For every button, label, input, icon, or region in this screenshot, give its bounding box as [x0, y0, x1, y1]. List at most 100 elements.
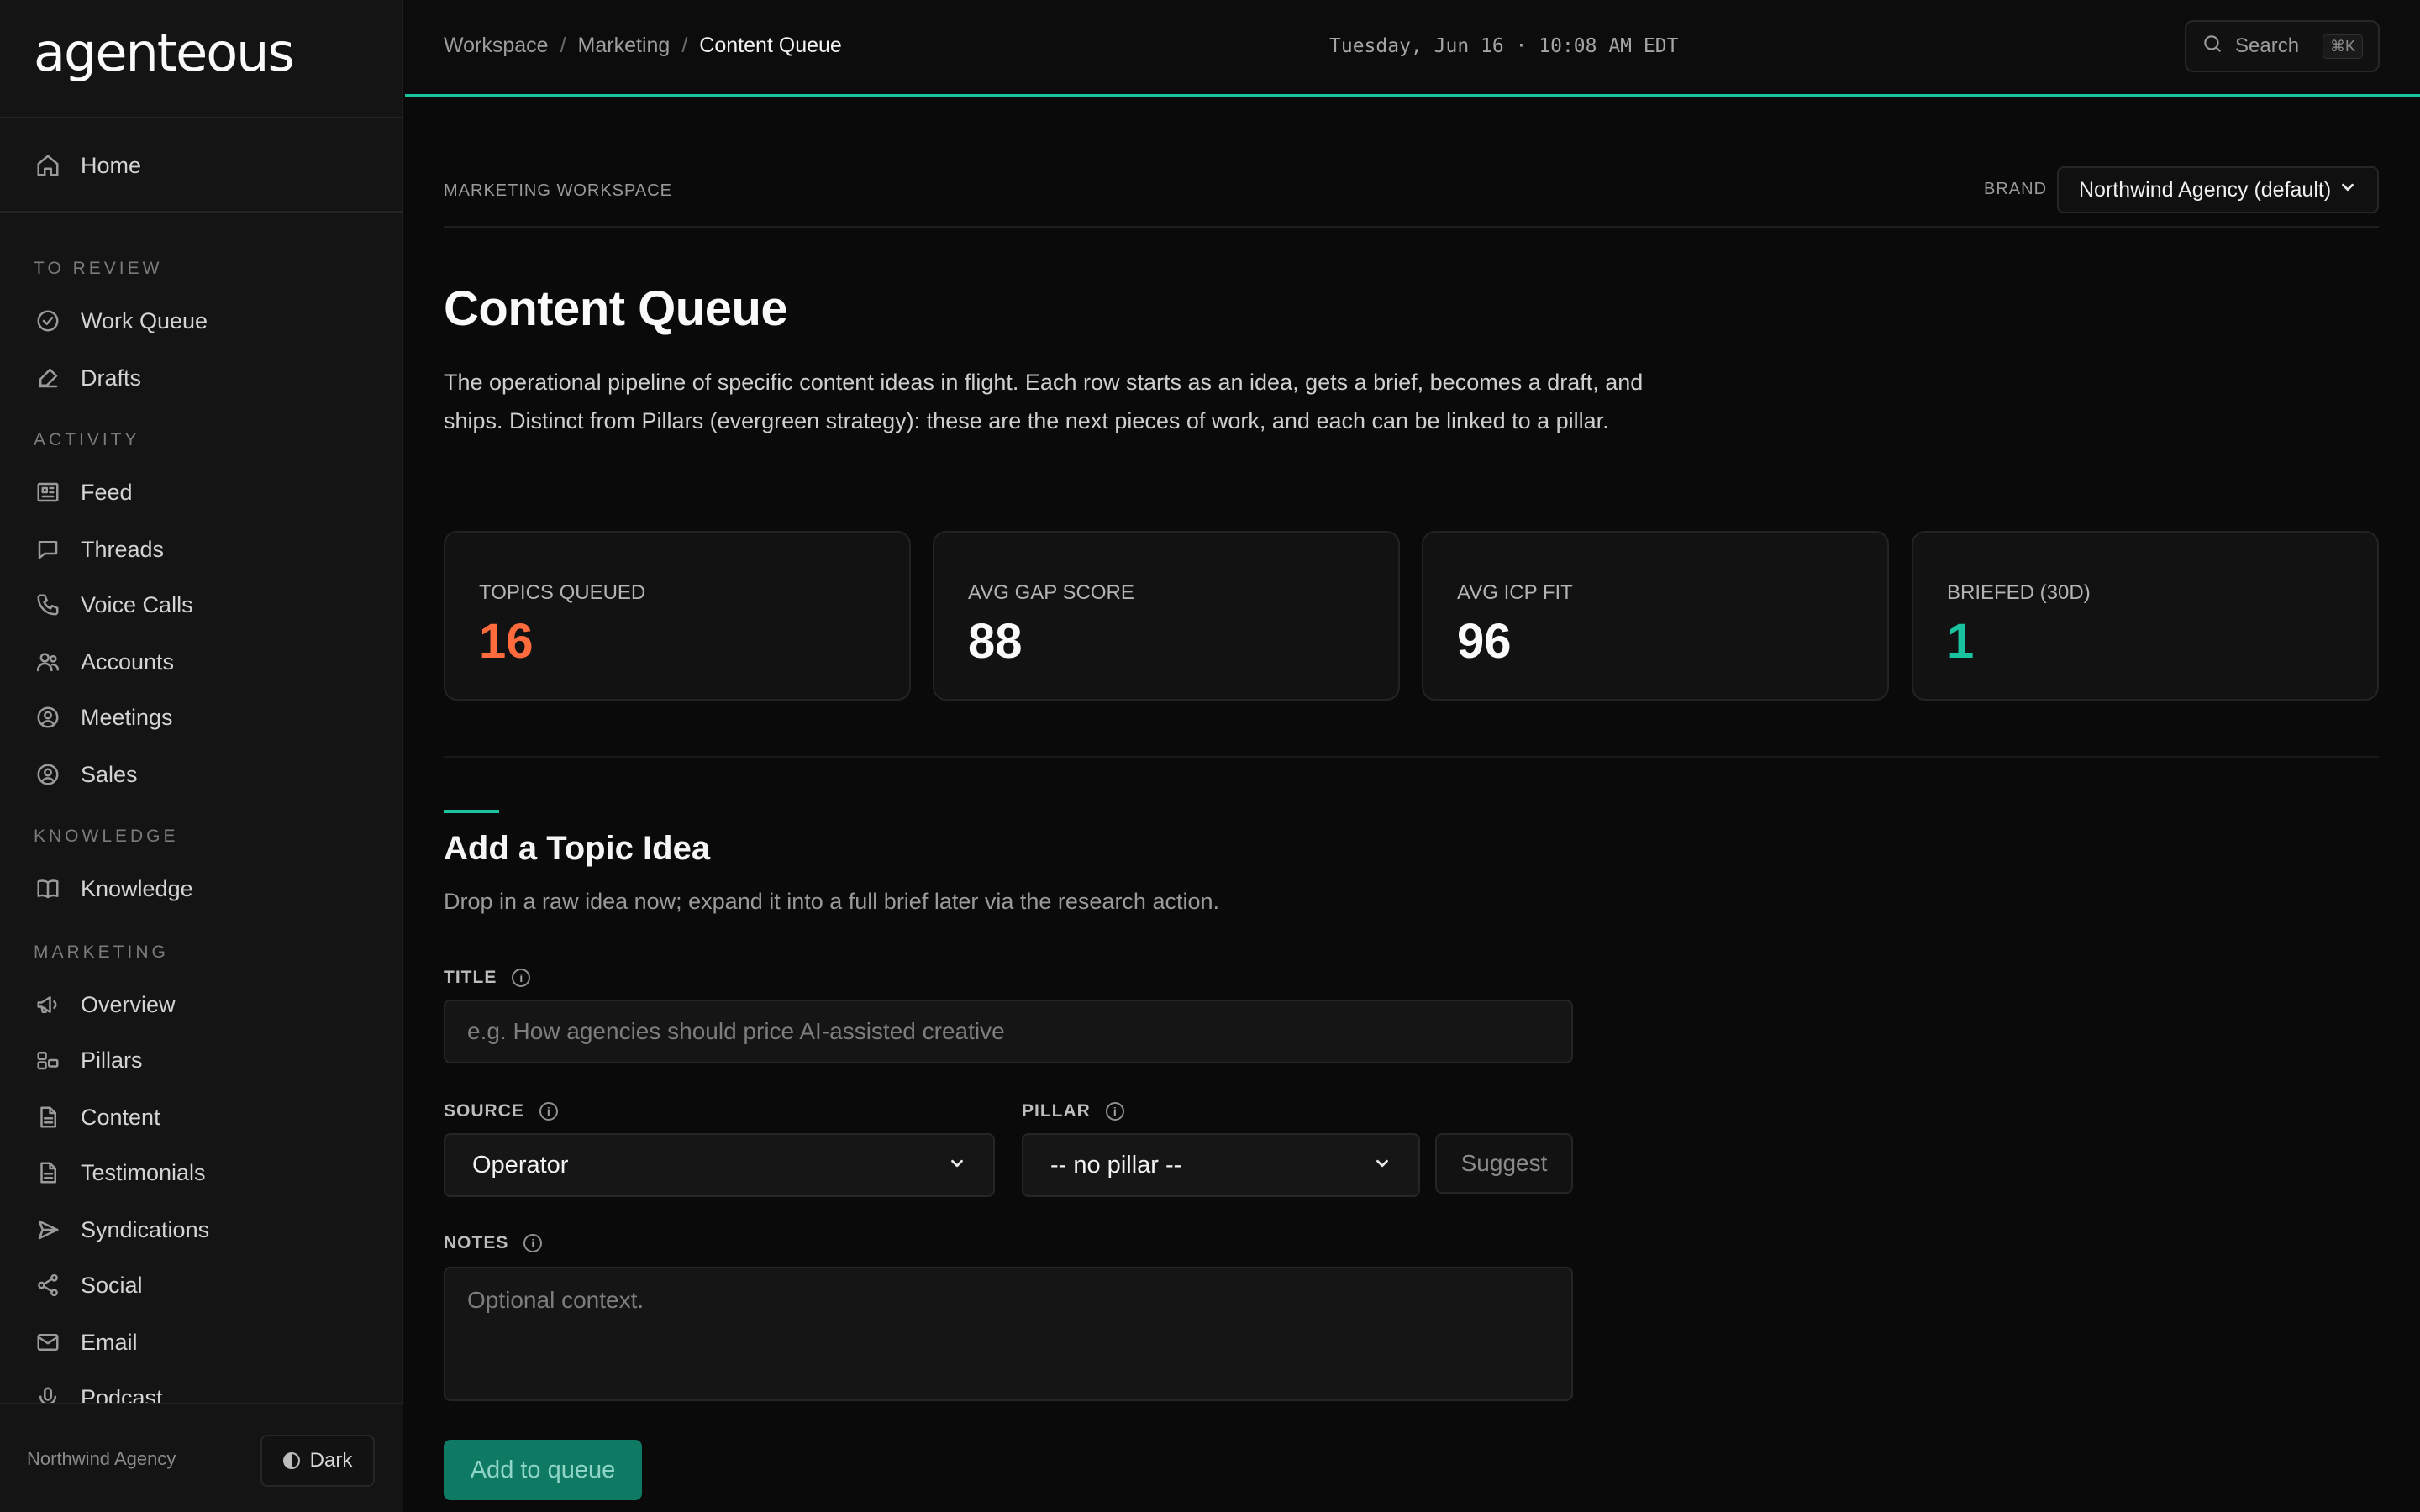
sidebar-item-label: Email: [81, 1329, 138, 1355]
source-field-label: SOURCE i: [444, 1101, 558, 1121]
section-title: Add a Topic Idea: [444, 830, 711, 867]
suggest-button[interactable]: Suggest: [1435, 1133, 1573, 1194]
stat-value: 96: [1457, 614, 1512, 669]
divider: [0, 211, 403, 213]
sidebar-item-work-queue[interactable]: Work Queue: [34, 299, 370, 343]
title-field-label: TITLE i: [444, 968, 531, 988]
label-text: NOTES: [444, 1233, 509, 1252]
sidebar-item-label: Syndications: [81, 1216, 210, 1242]
sidebar-item-label: Content: [81, 1104, 160, 1130]
phone-icon: [34, 591, 62, 619]
notes-textarea[interactable]: [444, 1267, 1573, 1401]
breadcrumb-marketing[interactable]: Marketing: [578, 34, 671, 58]
sidebar-item-syndications[interactable]: Syndications: [34, 1208, 370, 1252]
current-datetime: Tuesday, Jun 16 · 10:08 AM EDT: [1329, 35, 1679, 57]
sidebar-item-testimonials[interactable]: Testimonials: [34, 1151, 370, 1194]
sidebar-item-feed[interactable]: Feed: [34, 470, 370, 514]
stat-label: AVG GAP SCORE: [968, 581, 1134, 604]
search-button[interactable]: Search ⌘K: [2185, 20, 2380, 72]
title-input[interactable]: [444, 1000, 1573, 1063]
user-circle-icon: [34, 703, 62, 732]
top-bar: Workspace / Marketing / Content Queue Tu…: [405, 0, 2420, 97]
contrast-icon: [282, 1452, 300, 1469]
source-select-value: Operator: [472, 1151, 569, 1179]
pillars-icon: [34, 1046, 62, 1074]
sidebar-item-meetings[interactable]: Meetings: [34, 696, 370, 739]
document-icon: [34, 1158, 62, 1187]
sidebar-item-content[interactable]: Content: [34, 1095, 370, 1139]
label-text: SOURCE: [444, 1101, 524, 1121]
chevron-down-icon: [2338, 178, 2357, 202]
stat-card-avg-gap-score: AVG GAP SCORE 88: [933, 531, 1400, 701]
sidebar-item-label: Drafts: [81, 365, 142, 391]
share-icon: [34, 1271, 62, 1299]
pillar-field-label: PILLAR i: [1022, 1101, 1124, 1121]
sidebar-item-accounts[interactable]: Accounts: [34, 640, 370, 684]
sidebar-item-label: Voice Calls: [81, 591, 193, 617]
sidebar-item-home[interactable]: Home: [34, 144, 370, 187]
sidebar-item-label: Knowledge: [81, 875, 193, 901]
stat-card-briefed-30d: BRIEFED (30D) 1: [1912, 531, 2379, 701]
label-text: TITLE: [444, 968, 497, 987]
stat-label: BRIEFED (30D): [1947, 581, 2091, 604]
mail-icon: [34, 1328, 62, 1357]
divider: [0, 117, 403, 118]
info-icon[interactable]: i: [512, 969, 531, 987]
user-circle-icon: [34, 760, 62, 789]
pillar-select-value: -- no pillar --: [1050, 1151, 1182, 1179]
brand-select[interactable]: Northwind Agency (default): [2057, 166, 2379, 213]
sidebar-item-label: Meetings: [81, 704, 173, 730]
home-icon: [34, 151, 62, 180]
sidebar-item-label: Accounts: [81, 648, 175, 675]
sidebar-item-label: Feed: [81, 479, 133, 505]
chat-icon: [34, 535, 62, 564]
sidebar-footer: Northwind Agency Dark: [0, 1403, 403, 1512]
theme-toggle-button[interactable]: Dark: [260, 1435, 375, 1487]
page-title: Content Queue: [444, 281, 788, 336]
sidebar-item-email[interactable]: Email: [34, 1320, 370, 1364]
info-icon[interactable]: i: [539, 1102, 558, 1121]
sidebar-item-label: Social: [81, 1272, 143, 1298]
divider: [444, 226, 2379, 228]
sidebar-section-marketing: MARKETING: [34, 942, 169, 962]
sidebar-item-label: Home: [81, 152, 142, 178]
sidebar-item-overview[interactable]: Overview: [34, 983, 370, 1026]
section-accent: [444, 810, 499, 813]
theme-toggle-label: Dark: [309, 1449, 353, 1472]
megaphone-icon: [34, 990, 62, 1019]
info-icon[interactable]: i: [1105, 1102, 1124, 1121]
source-select[interactable]: Operator: [444, 1133, 995, 1197]
sidebar: agenteous Home TO REVIEW Work Queue Draf…: [0, 0, 403, 1512]
info-icon[interactable]: i: [523, 1234, 543, 1252]
sidebar-item-knowledge[interactable]: Knowledge: [34, 867, 370, 911]
sidebar-section-to-review: TO REVIEW: [34, 259, 163, 278]
breadcrumb-current: Content Queue: [699, 34, 842, 57]
breadcrumb-workspace[interactable]: Workspace: [444, 34, 549, 58]
newspaper-icon: [34, 478, 62, 507]
sidebar-item-label: Work Queue: [81, 307, 208, 333]
stat-value: 88: [968, 614, 1023, 669]
sidebar-item-sales[interactable]: Sales: [34, 753, 370, 796]
sidebar-section-knowledge: KNOWLEDGE: [34, 827, 179, 846]
add-to-queue-button[interactable]: Add to queue: [444, 1440, 642, 1500]
search-label: Search: [2235, 34, 2300, 57]
send-icon: [34, 1215, 62, 1244]
stat-value: 1: [1947, 614, 1975, 669]
chevron-down-icon: [1373, 1152, 1392, 1179]
sidebar-item-voice-calls[interactable]: Voice Calls: [34, 583, 370, 627]
sidebar-item-label: Overview: [81, 991, 176, 1017]
stat-card-avg-icp-fit: AVG ICP FIT 96: [1422, 531, 1889, 701]
sidebar-item-threads[interactable]: Threads: [34, 528, 370, 571]
sidebar-section-activity: ACTIVITY: [34, 430, 140, 449]
pillar-select[interactable]: -- no pillar --: [1022, 1133, 1420, 1197]
check-circle-icon: [34, 307, 62, 335]
sidebar-item-label: Testimonials: [81, 1159, 206, 1185]
app-logo[interactable]: agenteous: [34, 22, 295, 83]
sidebar-item-drafts[interactable]: Drafts: [34, 356, 370, 400]
brand-select-value: Northwind Agency (default): [2079, 177, 2332, 202]
sidebar-item-social[interactable]: Social: [34, 1263, 370, 1307]
stat-value: 16: [479, 614, 534, 669]
users-icon: [34, 648, 62, 676]
page-description: The operational pipeline of specific con…: [444, 370, 1644, 433]
sidebar-item-pillars[interactable]: Pillars: [34, 1038, 370, 1082]
